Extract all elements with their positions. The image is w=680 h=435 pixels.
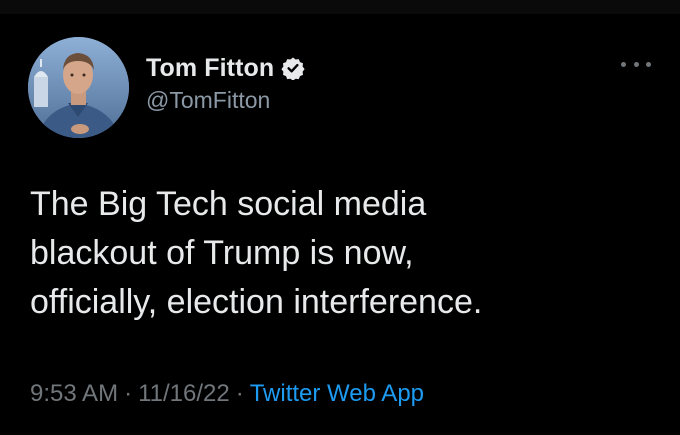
meta-separator: · — [124, 380, 133, 407]
meta-separator: · — [235, 380, 244, 407]
author-handle[interactable]: @TomFitton — [146, 87, 305, 114]
tweet-meta: 9:53 AM · 11/16/22 · Twitter Web App — [30, 380, 424, 408]
author-info: Tom Fitton @TomFitton — [146, 52, 305, 114]
tweet-source-link[interactable]: Twitter Web App — [250, 380, 424, 407]
tweet-text-line: blackout of Trump is now, — [30, 234, 414, 272]
tweet-card: Tom Fitton @TomFitton The Big Tech socia… — [0, 0, 680, 435]
avatar-photo — [28, 37, 129, 138]
tweet-date[interactable]: 11/16/22 — [138, 380, 230, 407]
more-options-icon[interactable] — [621, 58, 651, 70]
more-dot-icon — [621, 61, 626, 67]
verified-badge-icon — [281, 56, 305, 81]
avatar[interactable] — [28, 37, 129, 138]
author-name-row: Tom Fitton — [146, 52, 305, 84]
tweet-text-line: officially, election interference. — [30, 283, 483, 321]
tweet-text-line: The Big Tech social media — [30, 185, 427, 223]
tweet-time[interactable]: 9:53 AM — [30, 380, 118, 407]
tweet-text: The Big Tech social media blackout of Tr… — [30, 180, 650, 327]
more-dot-icon — [646, 61, 651, 67]
author-display-name[interactable]: Tom Fitton — [146, 54, 274, 83]
more-dot-icon — [633, 61, 639, 67]
